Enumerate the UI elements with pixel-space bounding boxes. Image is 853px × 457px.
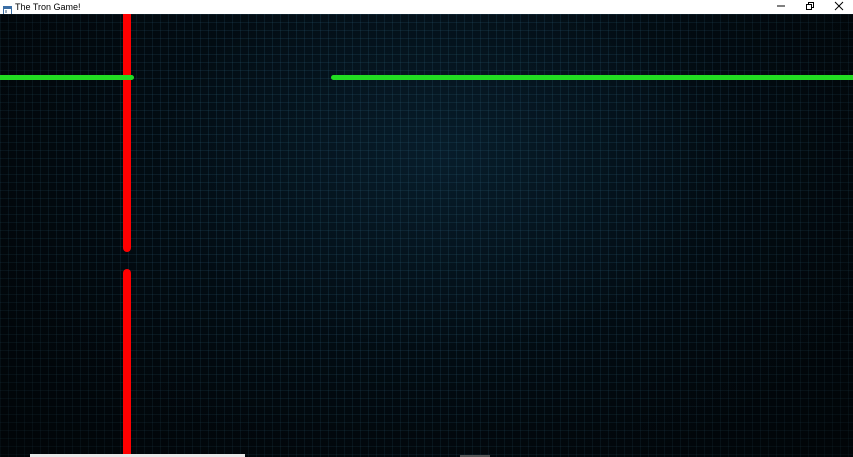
minimize-button[interactable] — [767, 0, 795, 14]
game-arena[interactable] — [0, 14, 853, 457]
title-bar[interactable]: The Tron Game! — [0, 0, 853, 15]
window-title: The Tron Game! — [15, 2, 81, 12]
red-player-trail — [123, 14, 131, 252]
restore-button[interactable] — [796, 0, 824, 14]
game-window: The Tron Game! — [0, 0, 853, 457]
red-player-trail — [123, 269, 131, 457]
green-player-trail — [331, 75, 853, 80]
close-button[interactable] — [825, 0, 853, 14]
green-player-trail — [0, 75, 134, 80]
app-window-icon — [3, 2, 12, 15]
